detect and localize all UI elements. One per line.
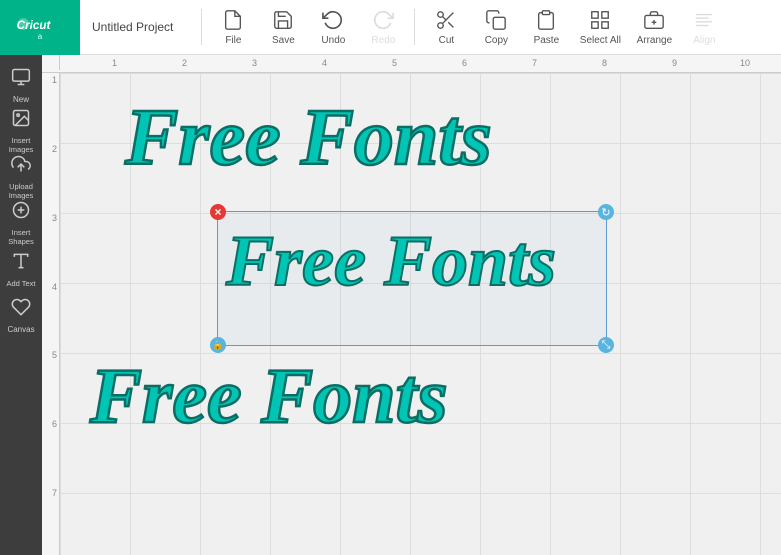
select-all-icon xyxy=(588,8,612,32)
sidebar-item-canvas[interactable]: Canvas xyxy=(2,293,40,337)
ruler-vmark-4: 4 xyxy=(52,280,57,349)
selection-box[interactable]: × ↻ 🔒 ⤡ Free Fonts xyxy=(217,211,607,346)
canvas-grid[interactable]: Free Fonts × ↻ 🔒 ⤡ Free Fonts xyxy=(60,73,781,555)
cut-icon xyxy=(434,8,458,32)
ruler-left: 1 2 3 4 5 6 7 xyxy=(42,73,60,555)
save-icon xyxy=(271,8,295,32)
scale-icon: ⤡ xyxy=(602,339,611,352)
ruler-mark-2: 2 xyxy=(182,58,187,68)
separator-1 xyxy=(201,9,202,45)
select-all-button[interactable]: Select All xyxy=(573,3,627,51)
username-label: a xyxy=(38,32,42,41)
upload-images-label: UploadImages xyxy=(9,182,34,200)
add-text-label: Add Text xyxy=(6,279,35,288)
text-element-bottom[interactable]: Free Fonts xyxy=(90,351,448,441)
arrange-button[interactable]: Arrange xyxy=(631,3,677,51)
selection-handle-close[interactable]: × xyxy=(210,204,226,220)
arrange-label: Arrange xyxy=(637,35,673,46)
ruler-vmark-2: 2 xyxy=(52,142,57,211)
text-element-top[interactable]: Free Fonts xyxy=(125,93,492,184)
paste-button[interactable]: Paste xyxy=(523,3,569,51)
canvas-icon xyxy=(11,297,31,322)
cut-button[interactable]: Cut xyxy=(423,3,469,51)
canvas-area: 1 2 3 4 5 6 7 8 9 10 1 2 3 4 5 6 7 Free … xyxy=(42,55,781,555)
align-button[interactable]: Align xyxy=(681,3,727,51)
project-title-area: Untitled Project xyxy=(92,20,173,34)
ruler-mark-5: 5 xyxy=(392,58,397,68)
sidebar-item-upload-images[interactable]: UploadImages xyxy=(2,155,40,199)
svg-text:Cricut: Cricut xyxy=(17,19,52,32)
add-text-icon xyxy=(11,251,31,276)
upload-images-icon xyxy=(11,154,31,179)
paste-icon xyxy=(534,8,558,32)
canvas-label: Canvas xyxy=(7,325,34,334)
undo-icon xyxy=(321,8,345,32)
redo-button[interactable]: Redo xyxy=(360,3,406,51)
ruler-vmark-1: 1 xyxy=(52,73,57,142)
insert-shapes-label: InsertShapes xyxy=(8,228,33,246)
ruler-mark-6: 6 xyxy=(462,58,467,68)
sidebar-item-insert-images[interactable]: InsertImages xyxy=(2,109,40,153)
ruler-vmark-3: 3 xyxy=(52,211,57,280)
ruler-mark-7: 7 xyxy=(532,58,537,68)
undo-button[interactable]: Undo xyxy=(310,3,356,51)
align-label: Align xyxy=(693,35,715,46)
ruler-top: 1 2 3 4 5 6 7 8 9 10 xyxy=(42,55,781,73)
ruler-mark-4: 4 xyxy=(322,58,327,68)
ruler-mark-8: 8 xyxy=(602,58,607,68)
copy-button[interactable]: Copy xyxy=(473,3,519,51)
text-element-middle[interactable]: Free Fonts xyxy=(226,220,556,303)
align-icon xyxy=(692,8,716,32)
copy-icon xyxy=(484,8,508,32)
redo-icon xyxy=(371,8,395,32)
save-button[interactable]: Save xyxy=(260,3,306,51)
cut-label: Cut xyxy=(439,35,455,46)
ruler-mark-1: 1 xyxy=(112,58,117,68)
new-icon xyxy=(11,67,31,92)
sidebar-item-add-text[interactable]: Add Text xyxy=(2,247,40,291)
ruler-vmark-5: 5 xyxy=(52,348,57,417)
insert-shapes-icon xyxy=(11,200,31,225)
separator-2 xyxy=(414,9,415,45)
toolbar: Cricut a Untitled Project File Save xyxy=(0,0,781,55)
insert-images-icon xyxy=(11,108,31,133)
lock-icon: 🔒 xyxy=(212,340,223,351)
selection-handle-scale[interactable]: ⤡ xyxy=(598,337,614,353)
select-all-label: Select All xyxy=(580,35,621,46)
save-label: Save xyxy=(272,35,295,46)
insert-images-label: InsertImages xyxy=(9,136,34,154)
selection-handle-rotate[interactable]: ↻ xyxy=(598,204,614,220)
file-label: File xyxy=(225,35,241,46)
ruler-mark-10: 10 xyxy=(740,58,750,68)
project-title: Untitled Project xyxy=(92,20,173,34)
file-button[interactable]: File xyxy=(210,3,256,51)
sidebar-item-new[interactable]: New xyxy=(2,63,40,107)
file-icon xyxy=(221,8,245,32)
ruler-vmark-7: 7 xyxy=(52,486,57,555)
sidebar-item-insert-shapes[interactable]: InsertShapes xyxy=(2,201,40,245)
close-icon: × xyxy=(214,205,221,219)
rotate-icon: ↻ xyxy=(601,206,610,219)
sidebar: New InsertImages UploadImages xyxy=(0,55,42,555)
new-label: New xyxy=(13,95,29,104)
paste-label: Paste xyxy=(534,35,560,46)
undo-label: Undo xyxy=(321,35,345,46)
ruler-mark-9: 9 xyxy=(672,58,677,68)
arrange-icon xyxy=(642,8,666,32)
cricut-logo[interactable]: Cricut a xyxy=(0,0,80,55)
redo-label: Redo xyxy=(371,35,395,46)
ruler-mark-3: 3 xyxy=(252,58,257,68)
ruler-vmark-6: 6 xyxy=(52,417,57,486)
copy-label: Copy xyxy=(485,35,508,46)
